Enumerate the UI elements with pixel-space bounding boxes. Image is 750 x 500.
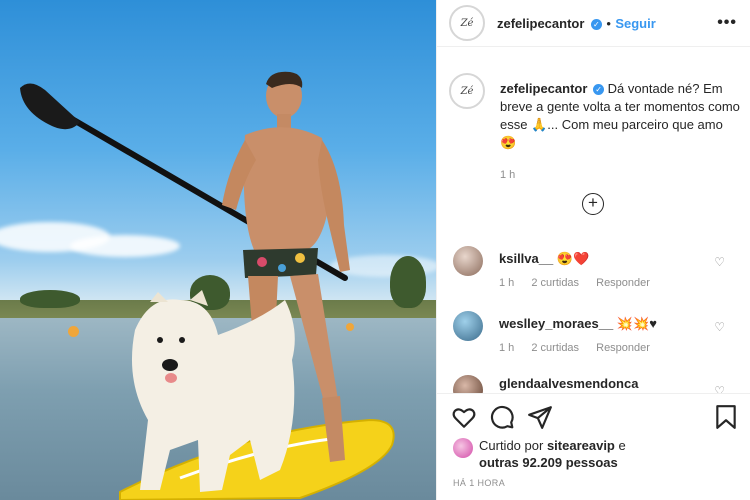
- comment-text: 😍❤️: [556, 251, 590, 266]
- comment-item: glendaalvesmendonca ♡: [437, 375, 750, 393]
- comment-item: ksillva__ 😍❤️ 1 h 2 curtidas Responder ♡: [437, 246, 750, 306]
- comment-meta: 1 h 2 curtidas Responder: [499, 342, 664, 354]
- bookmark-icon[interactable]: [713, 404, 739, 430]
- verified-check-icon: ✓: [593, 84, 605, 95]
- heart-icon[interactable]: [451, 404, 477, 430]
- comment-time: 1 h: [499, 342, 515, 354]
- liked-by-prefix: Curtido por: [479, 438, 544, 453]
- action-bar: Curtido por siteareavip e outras 92.209 …: [437, 393, 750, 500]
- avatar-monogram: Zé: [460, 85, 474, 97]
- commenter-username[interactable]: ksillva__: [499, 251, 553, 266]
- post-timestamp: HÁ 1 HORA: [453, 478, 506, 488]
- paddle-blade: [20, 83, 80, 130]
- author-username[interactable]: zefelipecantor: [497, 16, 584, 31]
- post-photo[interactable]: [0, 0, 436, 500]
- caption-time: 1 h: [500, 169, 516, 181]
- commenter-avatar[interactable]: [453, 246, 483, 276]
- commenter-avatar[interactable]: [453, 375, 483, 393]
- commenter-username[interactable]: weslley_moraes__: [499, 316, 613, 331]
- liked-by-user[interactable]: siteareavip: [547, 438, 615, 453]
- comment-time: 1 h: [499, 277, 515, 289]
- separator-dot: •: [606, 16, 611, 31]
- photo-subjects: [20, 71, 395, 500]
- comment-text: 💥💥♥: [616, 316, 657, 331]
- follow-button[interactable]: Seguir: [615, 16, 655, 31]
- reply-button[interactable]: Responder: [596, 342, 650, 354]
- likes-count-link[interactable]: outras 92.209 pessoas: [479, 455, 618, 470]
- comment-likes[interactable]: 2 curtidas: [531, 342, 579, 354]
- likes-summary: Curtido por siteareavip e outras 92.209 …: [479, 437, 626, 471]
- caption-avatar[interactable]: Zé: [449, 73, 485, 109]
- commenter-username[interactable]: glendaalvesmendonca: [499, 376, 638, 391]
- heart-icon[interactable]: ♡: [714, 384, 725, 393]
- comment-item: weslley_moraes__ 💥💥♥ 1 h 2 curtidas Resp…: [437, 311, 750, 371]
- avatar-monogram: Zé: [460, 17, 474, 29]
- caption-username[interactable]: zefelipecantor: [500, 81, 587, 96]
- post-side-panel: Zé zefelipecantor ✓ • Seguir ••• Zé zefe…: [436, 0, 750, 500]
- heart-icon[interactable]: ♡: [714, 320, 725, 334]
- comment-body: weslley_moraes__ 💥💥♥: [499, 316, 657, 332]
- commenter-avatar[interactable]: [453, 311, 483, 341]
- heart-icon[interactable]: ♡: [714, 255, 725, 269]
- reply-button[interactable]: Responder: [596, 277, 650, 289]
- liked-by-joiner: e: [618, 438, 626, 453]
- comment-likes[interactable]: 2 curtidas: [531, 277, 579, 289]
- author-avatar[interactable]: Zé: [449, 5, 485, 41]
- more-dots-icon[interactable]: •••: [717, 14, 737, 32]
- share-icon[interactable]: [527, 404, 553, 430]
- liker-avatar[interactable]: [453, 438, 473, 458]
- plus-circle-icon[interactable]: +: [582, 193, 604, 215]
- verified-check-icon: ✓: [590, 19, 602, 30]
- comment-body: glendaalvesmendonca: [499, 376, 638, 391]
- comment-body: ksillva__ 😍❤️: [499, 251, 589, 267]
- comment-meta: 1 h 2 curtidas Responder: [499, 277, 664, 289]
- comment-icon[interactable]: [489, 404, 515, 430]
- post-header: Zé zefelipecantor ✓ • Seguir •••: [437, 0, 750, 47]
- post-caption: zefelipecantor ✓ Dá vontade né? Em breve…: [500, 80, 740, 184]
